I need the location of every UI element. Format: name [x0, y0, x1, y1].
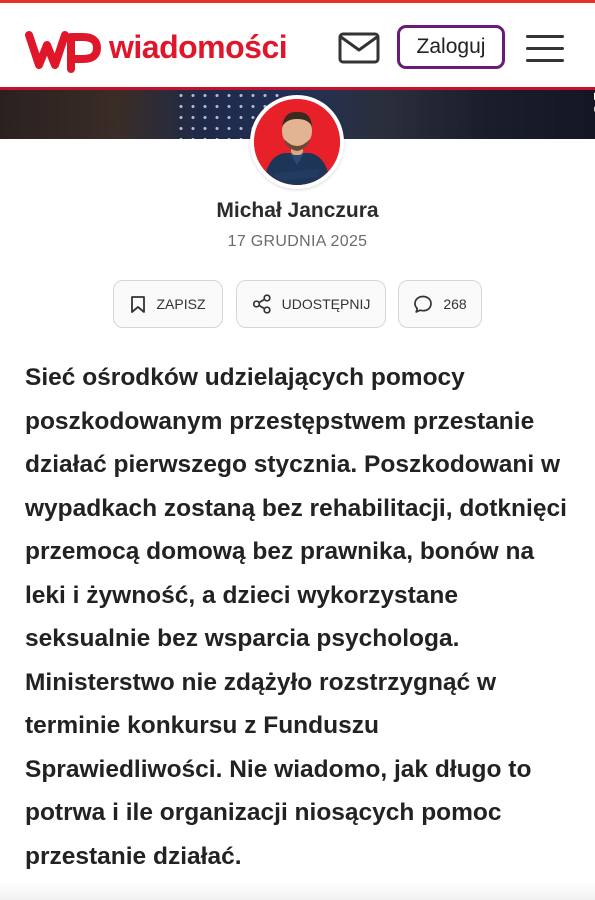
hamburger-menu-icon[interactable] [526, 33, 564, 65]
author-avatar[interactable] [250, 95, 344, 189]
logo-text: wiadomości [109, 28, 288, 65]
save-label: ZAPISZ [156, 296, 206, 312]
save-button[interactable]: ZAPISZ [113, 280, 223, 328]
bookmark-icon [131, 295, 146, 313]
comments-count: 268 [443, 296, 467, 312]
share-button[interactable]: UDOSTĘPNIJ [236, 280, 386, 328]
article-lead: Sieć ośrodków udzielających pomocy poszk… [25, 364, 567, 870]
comments-button[interactable]: 268 [398, 280, 482, 328]
share-icon [252, 294, 271, 314]
wp-logo-icon [25, 31, 101, 73]
mail-icon[interactable] [338, 31, 380, 65]
publish-date: 17 GRUDNIA 2025 [227, 233, 368, 250]
site-logo[interactable]: wiadomości [25, 25, 288, 75]
author-photo [254, 99, 340, 185]
comment-icon [414, 295, 433, 313]
author-name[interactable]: Michał Janczura [0, 199, 595, 223]
photo-credit: © E [591, 92, 595, 114]
bottom-fade [0, 882, 595, 900]
login-button[interactable]: Zaloguj [397, 25, 505, 69]
site-header: wiadomości Zaloguj [0, 3, 595, 87]
share-label: UDOSTĘPNIJ [281, 296, 371, 312]
